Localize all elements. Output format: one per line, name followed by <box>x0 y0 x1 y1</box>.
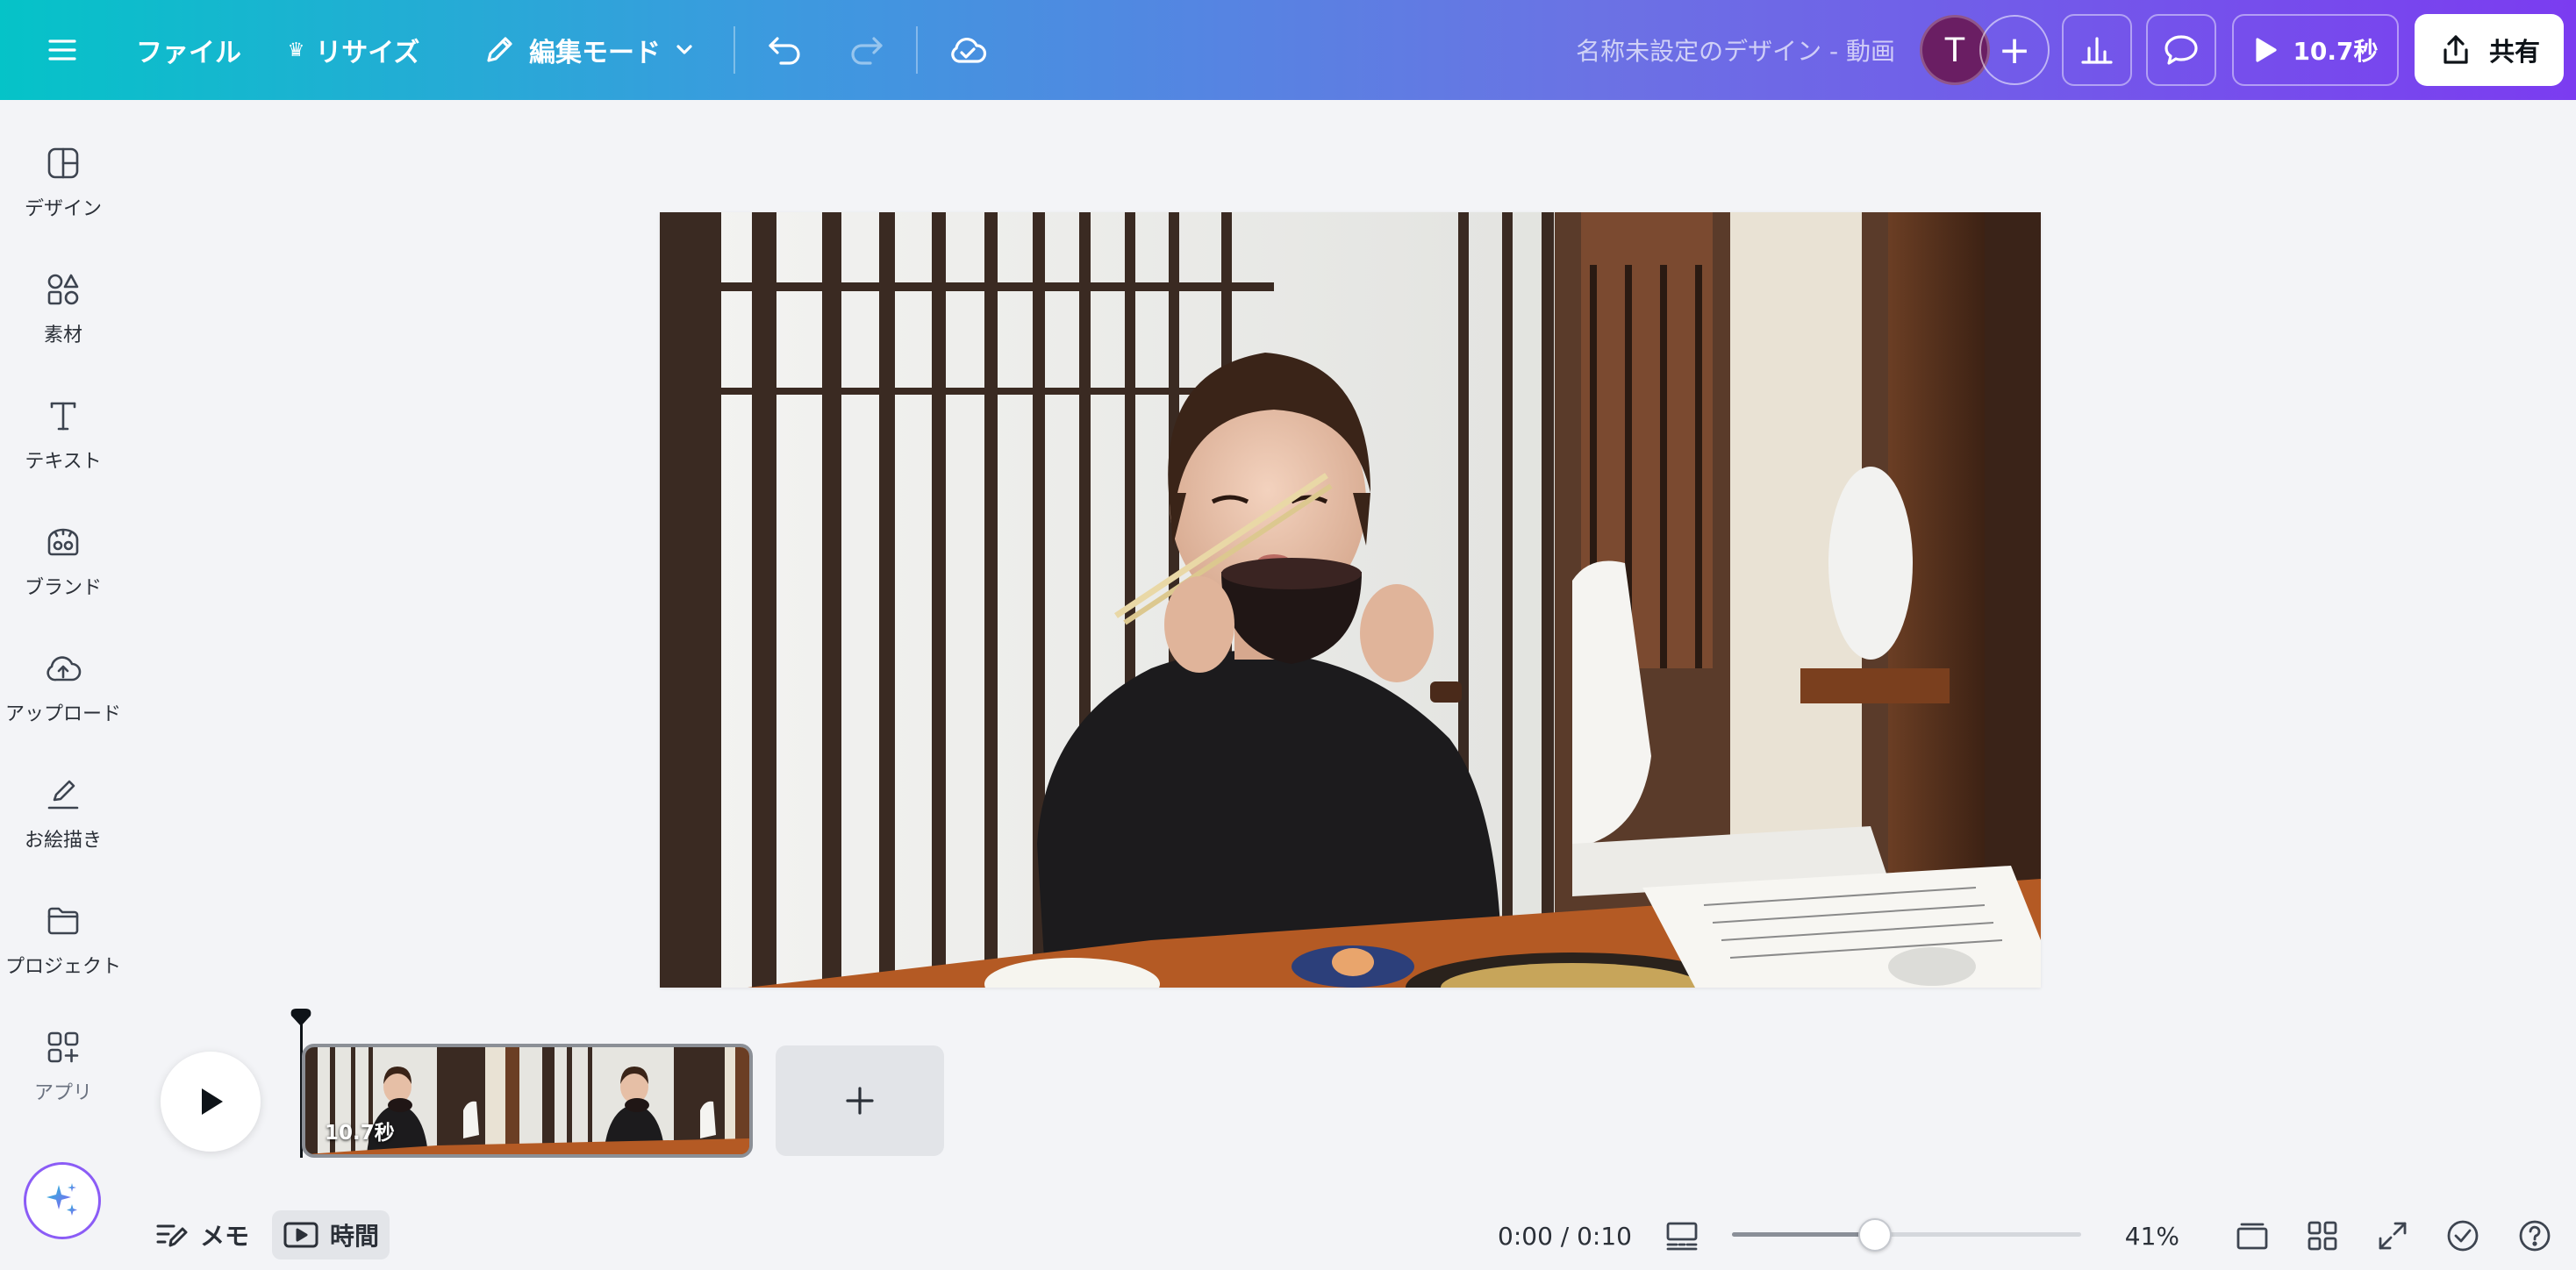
share-upload-icon <box>2444 35 2468 64</box>
file-menu-label: ファイル <box>136 38 241 68</box>
design-canvas[interactable] <box>660 212 2041 988</box>
sidebar-item-label: プロジェクト <box>4 956 121 978</box>
comment-button[interactable] <box>2146 14 2216 86</box>
share-button[interactable]: 共有 <box>2415 14 2564 86</box>
page-layout-icon <box>1666 1222 1698 1251</box>
brand-icon <box>47 528 79 556</box>
play-icon <box>202 1088 223 1115</box>
zoom-slider-thumb[interactable] <box>1858 1218 1893 1252</box>
zoom-value[interactable]: 41% <box>2106 1214 2179 1258</box>
check-button[interactable] <box>2439 1212 2487 1259</box>
help-question-icon <box>2519 1220 2551 1252</box>
timeline-toggle-button[interactable]: 時間 <box>272 1210 390 1259</box>
shapes-icon <box>47 274 79 305</box>
left-sidebar: デザイン 素材 テキスト ブランド アップロード お絵描き プロジェクト アプリ <box>0 100 132 1270</box>
notes-button[interactable]: メモ <box>144 1210 260 1259</box>
sidebar-item-label: ブランド <box>24 577 102 599</box>
notes-label: メモ <box>200 1222 250 1251</box>
cloud-upload-icon <box>47 656 82 681</box>
edit-mode-dropdown[interactable]: 編集モード <box>470 19 707 81</box>
sidebar-item-label: お絵描き <box>24 830 102 852</box>
edit-mode-label: 編集モード <box>529 38 661 68</box>
sidebar-item-label: テキスト <box>25 451 102 473</box>
resize-label: リサイズ <box>315 38 420 68</box>
undo-icon <box>769 37 800 65</box>
add-collaborator-button[interactable]: + <box>1979 15 2050 85</box>
fullscreen-button[interactable] <box>2369 1212 2416 1259</box>
sidebar-item-apps[interactable]: アプリ <box>0 1010 126 1124</box>
hamburger-icon <box>48 39 76 61</box>
sidebar-item-projects[interactable]: プロジェクト <box>0 884 126 998</box>
time-readout: 0:00 / 0:10 <box>1498 1221 1632 1251</box>
page-layout-button[interactable] <box>1658 1212 1706 1259</box>
zoom-slider-track[interactable] <box>1732 1232 2081 1237</box>
grid-view-button[interactable] <box>2299 1212 2346 1259</box>
design-title[interactable]: 名称未設定のデザイン - 動画 <box>1492 19 1895 81</box>
toolbar-divider <box>733 26 735 74</box>
main-menu-button[interactable] <box>32 19 93 81</box>
pencil-icon <box>487 37 512 62</box>
draw-pen-icon <box>47 780 79 810</box>
sidebar-item-label: アップロード <box>4 703 121 725</box>
sidebar-item-label: アプリ <box>33 1082 92 1104</box>
comment-icon <box>2165 35 2198 65</box>
toolbar-divider <box>916 26 918 74</box>
sidebar-item-label: 素材 <box>43 325 82 346</box>
timeline-video-clip[interactable]: 10.7秒 <box>302 1044 753 1158</box>
playhead-handle-icon[interactable] <box>290 1007 312 1026</box>
redo-button[interactable] <box>835 19 897 81</box>
cloud-check-icon <box>951 37 987 63</box>
plus-icon <box>846 1087 874 1115</box>
top-toolbar: ファイル ♛ リサイズ 編集モード 名称未設定のデザイン - 動画 T + 10… <box>0 0 2576 100</box>
pages-view-button[interactable] <box>2229 1212 2276 1259</box>
pages-stack-icon <box>2236 1223 2268 1250</box>
bar-chart-icon <box>2081 37 2113 64</box>
notes-pencil-icon <box>156 1224 188 1247</box>
chevron-down-icon <box>676 45 692 54</box>
resize-button[interactable]: ♛ リサイズ <box>279 19 428 81</box>
video-frame-image <box>660 212 2041 988</box>
undo-button[interactable] <box>755 19 816 81</box>
sidebar-item-brand[interactable]: ブランド <box>0 505 126 619</box>
zoom-slider-fill <box>1732 1232 1876 1237</box>
present-duration-label: 10.7秒 <box>2293 37 2379 66</box>
expand-icon <box>2379 1222 2407 1250</box>
play-icon <box>2256 38 2278 62</box>
redo-icon <box>851 37 883 65</box>
save-status-button[interactable] <box>937 19 998 81</box>
folder-icon <box>47 907 79 935</box>
sidebar-item-label: デザイン <box>24 198 102 220</box>
timeline-play-button[interactable] <box>161 1052 261 1152</box>
sidebar-item-uploads[interactable]: アップロード <box>0 631 126 746</box>
grid-icon <box>2308 1221 2337 1251</box>
file-menu-button[interactable]: ファイル <box>132 19 246 81</box>
plus-icon: + <box>1998 27 2031 73</box>
check-circle-icon <box>2447 1220 2479 1252</box>
insights-button[interactable] <box>2062 14 2132 86</box>
sidebar-item-design[interactable]: デザイン <box>0 126 126 240</box>
sidebar-item-elements[interactable]: 素材 <box>0 253 126 367</box>
apps-grid-icon <box>47 1031 79 1063</box>
sparkle-icon <box>47 1183 77 1216</box>
design-layout-icon <box>47 147 79 179</box>
share-label: 共有 <box>2488 37 2540 67</box>
avatar-initial: T <box>1943 30 1966 69</box>
sidebar-item-draw[interactable]: お絵描き <box>0 758 126 872</box>
text-t-icon <box>50 402 76 431</box>
add-clip-button[interactable] <box>776 1045 944 1156</box>
sidebar-item-text[interactable]: テキスト <box>0 379 126 493</box>
clip-duration-label: 10.7秒 <box>325 1122 395 1145</box>
magic-assistant-button[interactable] <box>24 1162 101 1239</box>
video-frame-icon <box>283 1222 318 1248</box>
present-button[interactable]: 10.7秒 <box>2232 14 2399 86</box>
timeline-toggle-label: 時間 <box>330 1222 380 1251</box>
help-button[interactable] <box>2511 1212 2558 1259</box>
crown-icon: ♛ <box>287 39 305 61</box>
